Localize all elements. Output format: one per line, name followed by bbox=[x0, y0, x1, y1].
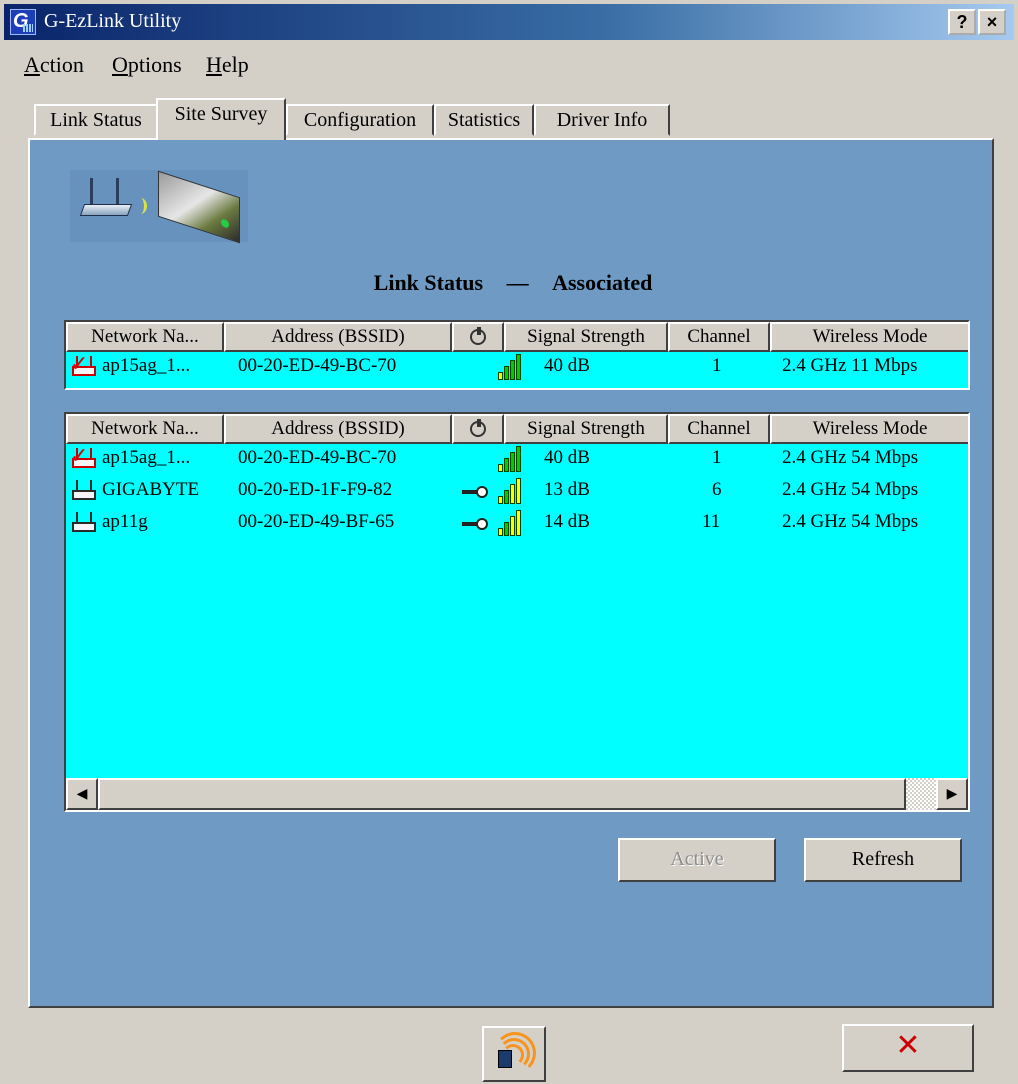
horizontal-scrollbar[interactable]: ◀ ▶ bbox=[66, 778, 968, 810]
col-wireless-mode[interactable]: Wireless Mode bbox=[770, 414, 968, 444]
signal-strength: 40 dB bbox=[544, 447, 590, 468]
channel: 6 bbox=[712, 479, 722, 500]
signal-bars-icon bbox=[498, 354, 526, 380]
app-window: G G-EzLink Utility ? × Action Options He… bbox=[0, 0, 1018, 1084]
scroll-track[interactable] bbox=[906, 778, 936, 810]
app-logo-icon: G bbox=[10, 9, 36, 35]
list-header: Network Na... Address (BSSID) Signal Str… bbox=[66, 322, 968, 352]
channel: 1 bbox=[712, 447, 722, 468]
wireless-mode: 2.4 GHz 54 Mbps bbox=[782, 511, 919, 532]
network-name: ap11g bbox=[102, 511, 148, 532]
list-header: Network Na... Address (BSSID) Signal Str… bbox=[66, 414, 968, 444]
table-row[interactable]: GIGABYTE 00-20-ED-1F-F9-82 13 dB 6 2.4 G… bbox=[66, 476, 968, 508]
tab-site-survey[interactable]: Site Survey bbox=[156, 98, 286, 140]
site-survey-list[interactable]: Network Na... Address (BSSID) Signal Str… bbox=[64, 412, 970, 812]
current-network-list[interactable]: Network Na... Address (BSSID) Signal Str… bbox=[64, 320, 970, 390]
signal-bars-icon bbox=[498, 478, 526, 504]
network-name: ap15ag_1... bbox=[102, 447, 191, 468]
router-icon bbox=[79, 178, 133, 216]
channel: 1 bbox=[712, 355, 722, 376]
channel: 11 bbox=[702, 511, 721, 532]
tab-link-status[interactable]: Link Status bbox=[34, 104, 158, 136]
tab-statistics[interactable]: Statistics bbox=[434, 104, 534, 136]
tab-configuration[interactable]: Configuration bbox=[286, 104, 434, 136]
col-signal[interactable]: Signal Strength bbox=[504, 414, 668, 444]
site-survey-panel: Link Status — Associated Network Na... A… bbox=[28, 138, 994, 1008]
col-encryption[interactable] bbox=[452, 322, 504, 352]
key-icon bbox=[460, 518, 488, 530]
bssid: 00-20-ED-49-BC-70 bbox=[238, 447, 397, 468]
exit-button[interactable]: ✕ bbox=[842, 1024, 974, 1072]
refresh-button[interactable]: Refresh bbox=[804, 838, 962, 882]
signal-strength: 14 dB bbox=[544, 511, 590, 532]
device-illustration bbox=[70, 170, 248, 244]
active-button[interactable]: Active bbox=[618, 838, 776, 882]
col-network-name[interactable]: Network Na... bbox=[66, 414, 224, 444]
scroll-thumb[interactable] bbox=[98, 778, 906, 810]
table-row[interactable]: ✓ ap15ag_1... 00-20-ED-49-BC-70 40 dB 1 … bbox=[66, 444, 968, 476]
access-point-icon bbox=[70, 478, 100, 504]
window-title: G-EzLink Utility bbox=[44, 10, 182, 32]
wireless-mode: 2.4 GHz 54 Mbps bbox=[782, 479, 919, 500]
key-icon bbox=[460, 486, 488, 498]
link-status-value: Associated bbox=[552, 270, 653, 295]
col-wireless-mode[interactable]: Wireless Mode bbox=[770, 322, 968, 352]
menu-options[interactable]: Options bbox=[112, 52, 182, 78]
link-status-dash: — bbox=[506, 270, 529, 295]
wifi-arc-icon bbox=[494, 1032, 536, 1074]
network-name: GIGABYTE bbox=[102, 479, 200, 500]
access-point-icon bbox=[70, 510, 100, 536]
col-channel[interactable]: Channel bbox=[668, 322, 770, 352]
encryption-header-icon bbox=[470, 327, 486, 345]
encryption-header-icon bbox=[470, 419, 486, 437]
title-bar[interactable]: G G-EzLink Utility ? × bbox=[4, 4, 1014, 40]
signal-strength: 13 dB bbox=[544, 479, 590, 500]
link-status-label: Link Status bbox=[373, 270, 484, 295]
col-network-name[interactable]: Network Na... bbox=[66, 322, 224, 352]
col-channel[interactable]: Channel bbox=[668, 414, 770, 444]
bssid: 00-20-ED-49-BC-70 bbox=[238, 355, 397, 376]
network-name: ap15ag_1... bbox=[102, 355, 191, 376]
scroll-left-button[interactable]: ◀ bbox=[66, 778, 98, 810]
col-encryption[interactable] bbox=[452, 414, 504, 444]
menu-help[interactable]: Help bbox=[206, 52, 249, 78]
bssid: 00-20-ED-1F-F9-82 bbox=[238, 479, 393, 500]
close-x-icon: ✕ bbox=[895, 1028, 921, 1063]
col-signal[interactable]: Signal Strength bbox=[504, 322, 668, 352]
signal-strength: 40 dB bbox=[544, 355, 590, 376]
table-row[interactable]: ap11g 00-20-ED-49-BF-65 14 dB 11 2.4 GHz… bbox=[66, 508, 968, 540]
wireless-card-icon bbox=[158, 170, 240, 244]
wireless-mode: 2.4 GHz 11 Mbps bbox=[782, 355, 918, 376]
scroll-right-button[interactable]: ▶ bbox=[936, 778, 968, 810]
help-button[interactable]: ? bbox=[948, 9, 976, 35]
signal-bars-icon bbox=[498, 510, 526, 536]
connected-ap-icon: ✓ bbox=[70, 446, 100, 472]
link-status-line: Link Status — Associated bbox=[30, 270, 996, 296]
close-window-button[interactable]: × bbox=[978, 9, 1006, 35]
connected-ap-icon: ✓ bbox=[70, 354, 100, 380]
bssid: 00-20-ED-49-BF-65 bbox=[238, 511, 395, 532]
signal-wave-icon bbox=[134, 198, 147, 214]
col-bssid[interactable]: Address (BSSID) bbox=[224, 322, 452, 352]
signal-bars-icon bbox=[498, 446, 526, 472]
table-row[interactable]: ✓ ap15ag_1... 00-20-ED-49-BC-70 40 dB 1 … bbox=[66, 352, 968, 384]
col-bssid[interactable]: Address (BSSID) bbox=[224, 414, 452, 444]
wireless-mode: 2.4 GHz 54 Mbps bbox=[782, 447, 919, 468]
wireless-connect-button[interactable] bbox=[482, 1026, 546, 1082]
bottom-toolbar: ✕ bbox=[4, 1010, 1014, 1082]
tab-driver-info[interactable]: Driver Info bbox=[534, 104, 670, 136]
menu-action[interactable]: Action bbox=[24, 52, 84, 78]
